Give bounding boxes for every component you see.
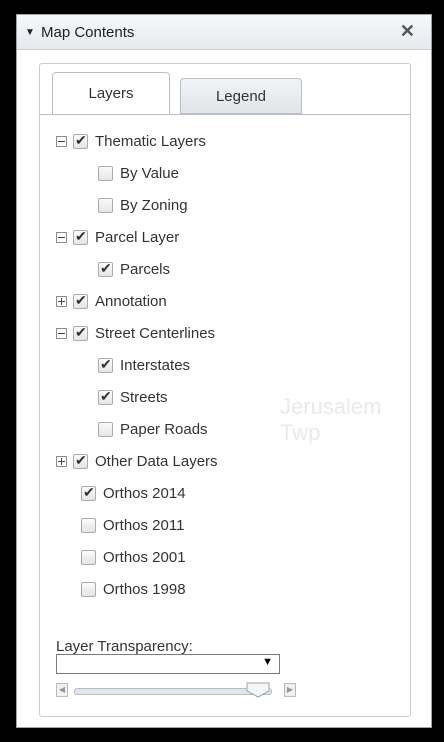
layer-row: Parcel Layer [56,222,179,252]
layer-checkbox[interactable] [98,165,113,181]
dropdown-arrow-icon: ▼ [262,656,273,668]
layer-checkbox[interactable] [98,421,113,437]
layer-checkbox[interactable] [81,549,96,565]
tab-divider [40,114,410,115]
collapse-minus-icon[interactable] [56,135,67,147]
layer-label: Orthos 2011 [103,516,185,534]
layer-row: By Value [98,158,179,188]
map-watermark: Jerusalem Twp [280,394,382,445]
layer-checkbox[interactable] [98,388,113,405]
slider-left-arrow-icon[interactable]: ◀ [56,683,68,697]
layer-label: Streets [120,388,168,406]
slider-track[interactable] [74,688,272,695]
layer-checkbox[interactable] [98,260,113,277]
layer-row: Other Data Layers [56,446,218,476]
layer-row: Orthos 2011 [81,510,184,540]
triangle-down-icon[interactable]: ▼ [25,27,35,38]
close-icon[interactable]: ✕ [400,21,415,42]
layer-checkbox[interactable] [73,452,88,469]
transparency-label: Layer Transparency: [56,638,193,655]
layer-label: Orthos 1998 [103,580,186,598]
layer-row: Parcels [98,254,170,284]
layer-label: Other Data Layers [95,452,218,470]
layer-checkbox[interactable] [81,517,96,533]
layer-row: By Zoning [98,190,188,220]
tab-layers[interactable]: Layers [52,72,170,115]
slider-thumb[interactable] [246,682,270,698]
layer-label: Interstates [120,356,191,374]
layer-row: Interstates [98,350,190,380]
layer-label: By Zoning [120,196,188,214]
layer-label: Parcel Layer [95,228,180,246]
layer-row: Orthos 1998 [81,574,186,604]
layer-row: Annotation [56,286,167,316]
tab-container: Layers Legend Jerusalem Twp Thematic Lay… [39,63,411,717]
layer-label: Parcels [120,260,171,278]
layer-checkbox[interactable] [81,484,96,501]
transparency-slider[interactable]: ◀ ▶ [56,682,300,700]
panel-title: Map Contents [41,23,135,41]
layer-row: Orthos 2014 [81,478,186,508]
layer-row: Streets [98,382,168,412]
tab-legend[interactable]: Legend [180,78,302,114]
layer-checkbox[interactable] [81,581,96,597]
collapse-minus-icon[interactable] [56,327,67,339]
layer-checkbox[interactable] [73,292,88,309]
layer-label: By Value [120,164,179,182]
layer-checkbox[interactable] [98,356,113,373]
transparency-layer-select[interactable]: ▼ [56,654,280,674]
layer-checkbox[interactable] [73,132,88,149]
expand-plus-icon[interactable] [56,455,67,467]
layer-row: Street Centerlines [56,318,215,348]
layer-label: Thematic Layers [95,132,206,150]
collapse-minus-icon[interactable] [56,231,67,243]
layer-label: Annotation [95,292,167,310]
layer-label: Orthos 2014 [103,484,186,502]
layer-checkbox[interactable] [98,197,113,213]
panel-header[interactable]: ▼ Map Contents ✕ [17,15,431,50]
layer-row: Orthos 2001 [81,542,186,572]
layer-checkbox[interactable] [73,324,88,341]
layer-label: Orthos 2001 [103,548,186,566]
slider-right-arrow-icon[interactable]: ▶ [284,683,296,697]
expand-plus-icon[interactable] [56,295,67,307]
layer-row: Paper Roads [98,414,208,444]
layer-label: Paper Roads [120,420,208,438]
map-contents-panel: ▼ Map Contents ✕ Layers Legend Jerusalem… [16,14,432,728]
layer-label: Street Centerlines [95,324,216,342]
layer-checkbox[interactable] [73,228,88,245]
layer-row: Thematic Layers [56,126,206,156]
